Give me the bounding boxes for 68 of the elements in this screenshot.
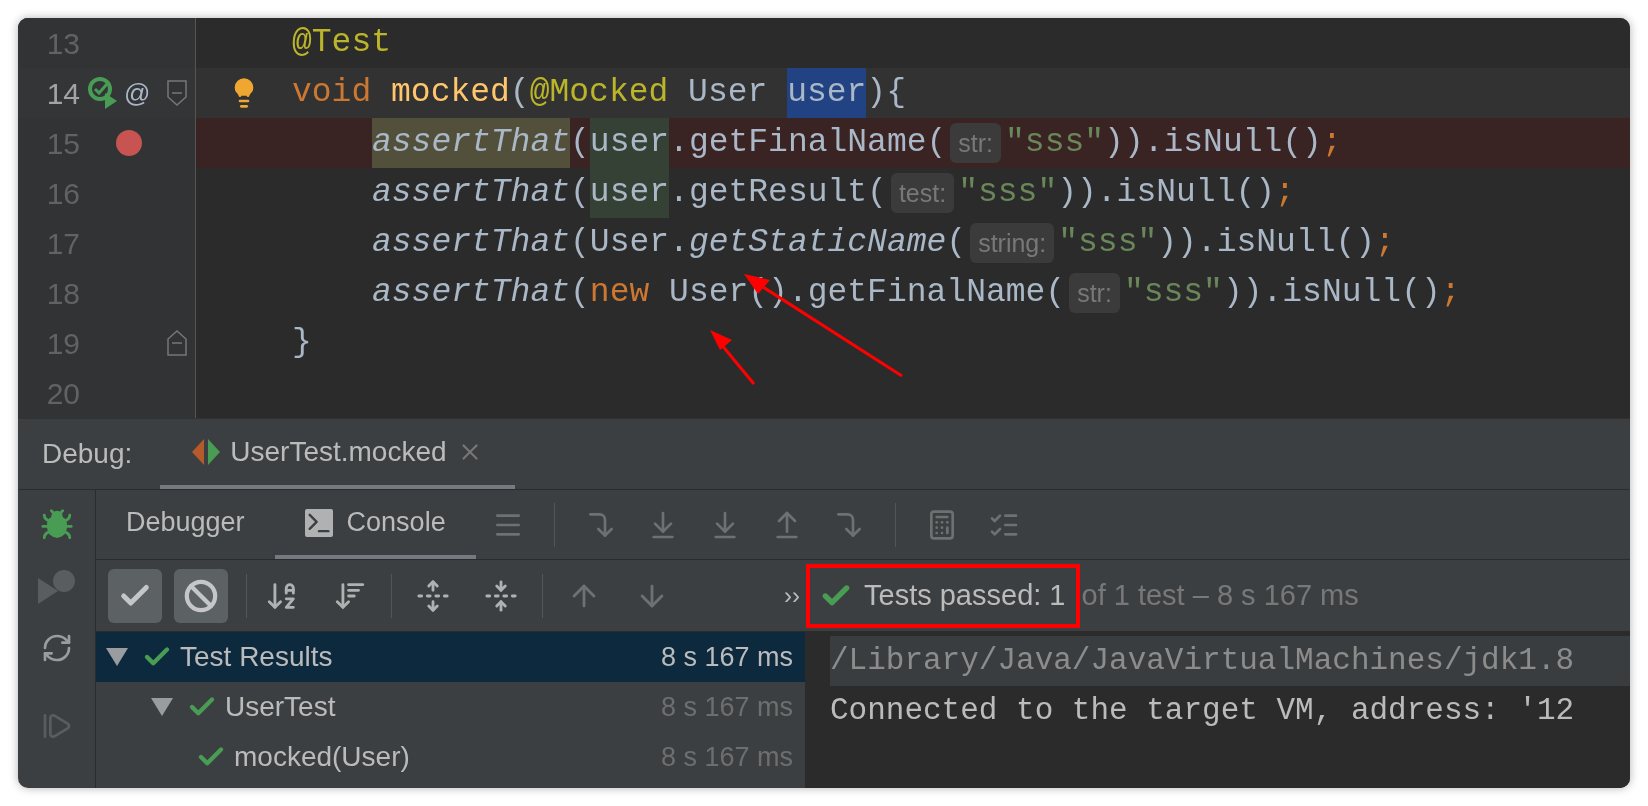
console-line: Connected to the target VM, address: '12	[830, 692, 1576, 730]
fold-marker-icon[interactable]	[166, 80, 187, 106]
debug-label: Debug:	[41, 437, 134, 471]
code-token: ;	[1275, 173, 1295, 214]
code-token: void	[292, 73, 373, 114]
test-duration: 8 s 167 ms	[660, 640, 793, 674]
parameter-hint: test:	[890, 173, 955, 213]
parameter-hint: str:	[1069, 273, 1120, 313]
code-token: user	[589, 118, 670, 168]
code-token: )).isNull()	[1222, 273, 1441, 314]
code-token: "sss"	[958, 173, 1058, 214]
tree-row[interactable]: Test Results 8 s 167 ms	[96, 632, 805, 682]
code-token: (	[570, 173, 590, 214]
code-token: user	[589, 168, 670, 218]
expand-all-icon[interactable]	[416, 578, 450, 613]
play-badge-icon[interactable]	[37, 570, 76, 604]
code-token: ;	[1375, 223, 1395, 264]
code-token: ){	[866, 73, 906, 114]
code-token: ;	[1321, 123, 1342, 164]
bug-icon[interactable]	[39, 508, 74, 542]
parameter-hint: str:	[950, 123, 1002, 163]
more-button[interactable]: ››	[784, 577, 806, 614]
code-token: @Test	[292, 23, 392, 64]
code-token: "sss"	[1123, 273, 1223, 314]
implements-marker[interactable]: @	[124, 73, 151, 113]
test-name: mocked(User)	[234, 740, 410, 774]
code-token: (	[509, 73, 530, 114]
parameter-hint: string:	[970, 223, 1055, 263]
line-number: 14	[45, 75, 80, 112]
code-token: assertThat	[372, 118, 571, 168]
code-token: }	[292, 323, 312, 364]
fold-marker-icon[interactable]	[166, 330, 187, 356]
code-token: (	[570, 273, 590, 314]
code-token: (	[570, 123, 590, 164]
test-name: Test Results	[180, 640, 333, 674]
code-token: (	[946, 223, 967, 264]
session-tab[interactable]: UserTest.mocked	[160, 419, 515, 489]
breakpoint-icon[interactable]	[116, 130, 142, 156]
code-token: .getFinalName(	[669, 123, 947, 164]
code-token: (User.	[570, 223, 689, 264]
show-ignored-toggle[interactable]	[174, 568, 228, 623]
expand-triangle-icon[interactable]	[151, 698, 173, 716]
code-token: assertThat	[372, 173, 571, 214]
code-token: "sss"	[1005, 123, 1105, 164]
ban-icon	[184, 578, 218, 613]
panel-tab[interactable]: Console	[274, 490, 476, 559]
code-token: user	[787, 68, 867, 118]
show-passed-toggle[interactable]	[108, 568, 162, 623]
test-name: UserTest	[225, 690, 336, 724]
code-token: new	[589, 273, 650, 314]
code-token: )).isNull()	[1104, 123, 1322, 164]
code-token: getStaticName	[688, 223, 947, 264]
code-token: mocked	[391, 73, 510, 114]
code-token: "sss"	[1058, 223, 1158, 264]
panel-tab[interactable]: Debugger	[96, 490, 275, 559]
code-token: ;	[1440, 273, 1461, 314]
code-token: User	[687, 73, 769, 114]
code-token: assertThat	[372, 273, 571, 314]
collapse-all-icon[interactable]	[484, 578, 518, 613]
code-token: )).isNull()	[1057, 173, 1276, 214]
code-token: )).isNull()	[1157, 223, 1376, 264]
code-token: assertThat	[372, 223, 571, 264]
tests-passed-text: Tests passed: 1	[864, 577, 1066, 613]
code-token: .getResult(	[669, 173, 887, 214]
debug-session-icon	[192, 439, 221, 465]
expand-triangle-icon[interactable]	[106, 648, 128, 666]
code-token: @Mocked	[529, 73, 669, 114]
test-summary-text: of 1 test – 8 s 167 ms	[1080, 577, 1359, 613]
